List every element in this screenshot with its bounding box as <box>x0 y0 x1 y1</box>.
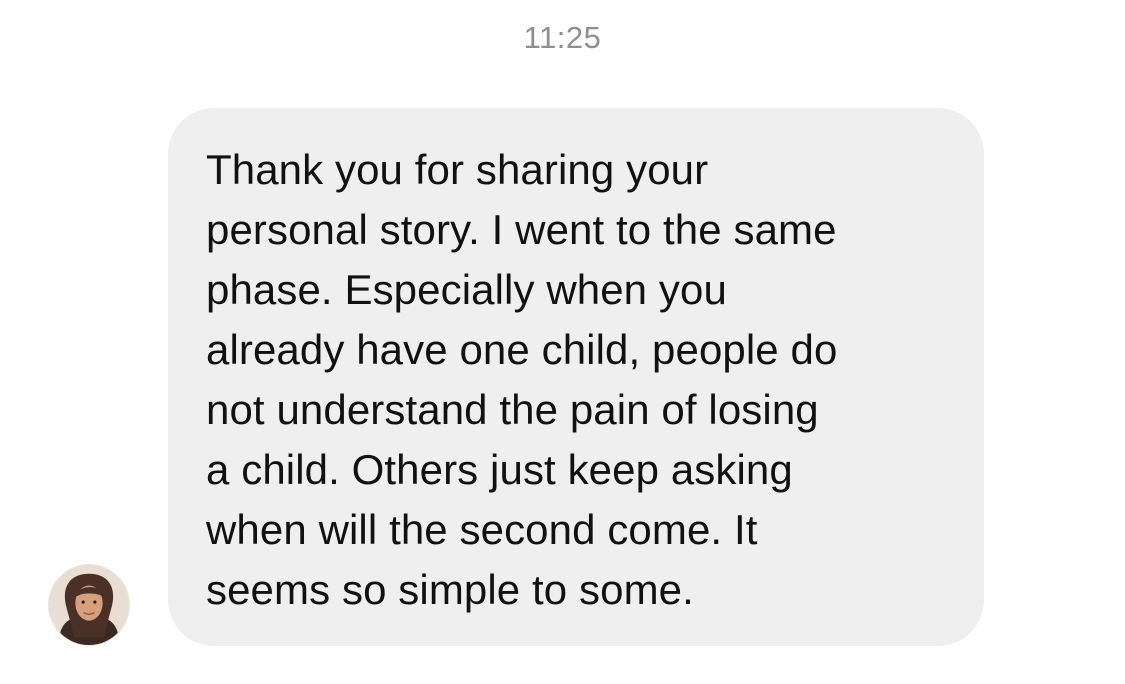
incoming-message-row: Thank you for sharing your personal stor… <box>0 0 1125 684</box>
message-bubble[interactable]: Thank you for sharing your personal stor… <box>168 108 984 646</box>
sender-avatar[interactable] <box>48 564 130 646</box>
profile-photo-icon <box>49 565 129 645</box>
message-text: Thank you for sharing your personal stor… <box>206 146 838 613</box>
